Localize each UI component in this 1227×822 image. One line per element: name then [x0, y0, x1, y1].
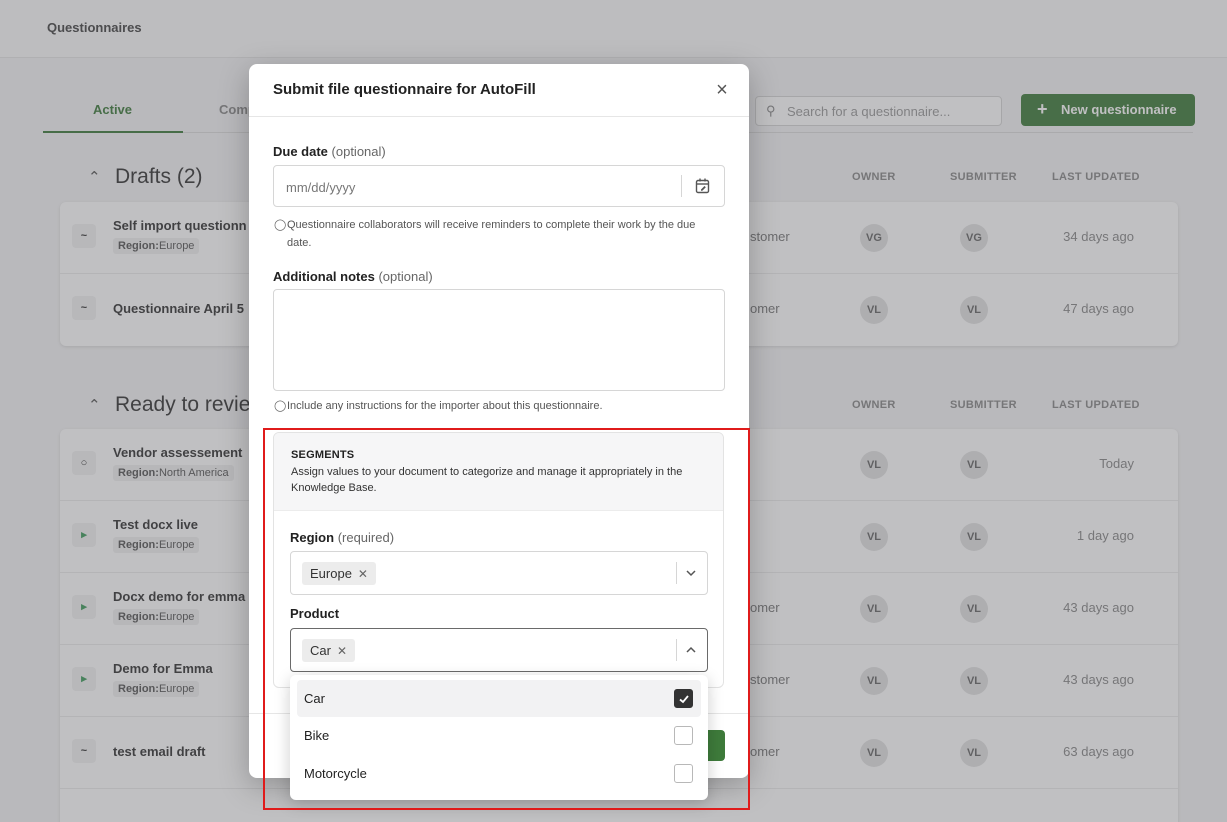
checkbox-checked[interactable] [674, 689, 693, 708]
region-label: Region (required) [290, 530, 395, 545]
remove-chip-icon[interactable]: ✕ [358, 567, 368, 581]
modal-title: Submit file questionnaire for AutoFill [273, 81, 536, 98]
lightbulb-icon: ◯ [274, 219, 287, 231]
option-label: Bike [304, 728, 330, 743]
due-date-label: Due date (optional) [273, 144, 386, 159]
checkbox[interactable] [674, 726, 693, 745]
lightbulb-icon: ◯ [274, 400, 287, 412]
product-select[interactable]: Car ✕ [290, 628, 708, 672]
notes-label: Additional notes (optional) [273, 269, 433, 284]
dropdown-option-motorcycle[interactable]: Motorcycle [297, 755, 701, 792]
chevron-down-icon[interactable] [683, 565, 699, 581]
dropdown-option-bike[interactable]: Bike [297, 717, 701, 754]
product-label: Product [290, 606, 340, 621]
due-date-input[interactable]: mm/dd/yyyy [273, 165, 725, 207]
region-chip: Europe ✕ [302, 562, 376, 585]
option-label: Car [304, 691, 325, 706]
modal-header: Submit file questionnaire for AutoFill × [249, 64, 749, 117]
additional-notes-textarea[interactable] [273, 289, 725, 391]
divider [676, 562, 677, 584]
calendar-icon[interactable] [694, 177, 712, 195]
notes-hint: ◯ Include any instructions for the impor… [274, 397, 707, 415]
product-chip: Car ✕ [302, 639, 356, 662]
divider [676, 639, 677, 661]
region-select[interactable]: Europe ✕ [290, 551, 708, 595]
check-icon [679, 695, 689, 704]
option-label: Motorcycle [304, 766, 367, 781]
chevron-up-icon[interactable] [683, 642, 699, 658]
divider [681, 175, 682, 197]
close-icon[interactable]: × [711, 79, 733, 101]
checkbox[interactable] [674, 764, 693, 783]
segments-title: SEGMENTS [291, 449, 355, 461]
due-date-hint: ◯ Questionnaire collaborators will recei… [274, 216, 707, 252]
segments-description: Assign values to your document to catego… [291, 466, 683, 494]
remove-chip-icon[interactable]: ✕ [337, 644, 347, 658]
due-date-placeholder: mm/dd/yyyy [286, 180, 356, 195]
submit-questionnaire-modal: Submit file questionnaire for AutoFill ×… [249, 64, 749, 778]
segments-header: SEGMENTS Assign values to your document … [274, 433, 723, 511]
dropdown-option-car[interactable]: Car [297, 680, 701, 717]
product-dropdown-menu: Car Bike Motorcycle [290, 675, 708, 800]
